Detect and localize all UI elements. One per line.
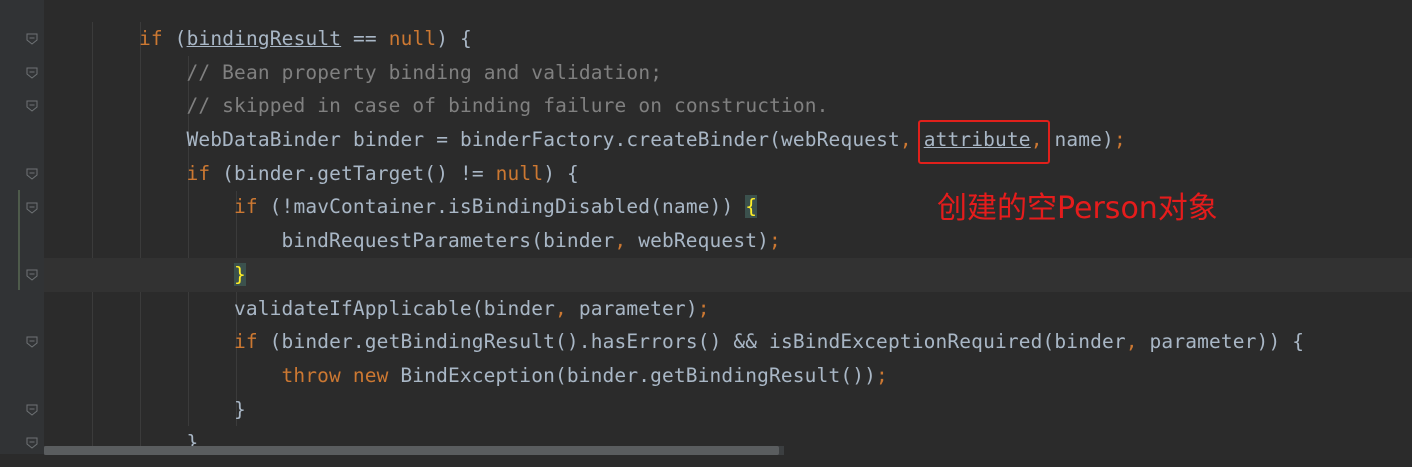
code-line[interactable]: } (44, 257, 1412, 292)
code-token: if (234, 195, 258, 219)
code-editor[interactable]: if (bindingResult == null) {// Bean prop… (0, 0, 1412, 467)
code-token: if (186, 161, 211, 185)
fold-toggle-icon[interactable] (26, 202, 38, 214)
annotation-highlight-box (918, 120, 1050, 164)
code-token: { (745, 195, 758, 219)
code-token: } (234, 262, 246, 286)
code-token: ; (697, 296, 710, 320)
code-token: == (341, 27, 389, 50)
code-token: , (555, 296, 579, 320)
fold-toggle-icon[interactable] (26, 437, 38, 450)
code-token: BindException(binder.getBindingResult()) (388, 363, 877, 387)
code-token: WebDataBinder binder = binderFactory.cre… (186, 128, 900, 152)
code-token: throw new (281, 363, 389, 387)
code-token: parameter)) { (1149, 330, 1305, 354)
code-line[interactable]: // skipped in case of binding failure on… (44, 89, 1412, 123)
fold-toggle-icon[interactable] (26, 100, 38, 113)
code-token: null (495, 161, 544, 185)
fold-toggle-icon[interactable] (26, 404, 38, 416)
code-line[interactable]: WebDataBinder binder = binderFactory.cre… (44, 123, 1412, 157)
code-token: (binder.getBindingResult().hasErrors() &… (257, 330, 1126, 354)
vcs-change-marker (18, 190, 20, 290)
code-line[interactable]: bindRequestParameters(binder, webRequest… (44, 224, 1412, 258)
code-token: (binder.getTarget() != (210, 161, 496, 185)
horizontal-scroll-area (0, 454, 1412, 467)
code-line[interactable]: if (binder.getBindingResult().hasErrors(… (44, 325, 1412, 359)
code-token: webRequest) (638, 229, 769, 253)
horizontal-scrollbar[interactable] (44, 446, 784, 455)
code-token: if (139, 27, 163, 50)
code-token: // skipped in case of binding failure on… (186, 94, 829, 118)
code-token: ; (876, 363, 888, 387)
code-token: } (234, 397, 246, 421)
fold-toggle-icon[interactable] (26, 336, 38, 348)
code-token: name) (1054, 128, 1114, 152)
code-token: , (1125, 330, 1150, 354)
fold-toggle-icon[interactable] (26, 33, 38, 45)
code-token: ; (769, 229, 781, 253)
code-token: if (234, 330, 258, 354)
code-token: ( (162, 27, 187, 50)
annotation-label: 创建的空Person对象 (937, 191, 1218, 226)
code-area[interactable]: if (bindingResult == null) {// Bean prop… (44, 22, 1412, 460)
code-token: ) { (436, 27, 472, 50)
code-token: , (614, 229, 639, 253)
code-line[interactable]: validateIfApplicable(binder, parameter); (44, 292, 1412, 326)
code-line[interactable]: if (bindingResult == null) { (44, 22, 1412, 56)
code-token: ) { (543, 161, 579, 185)
code-token: // Bean property binding and validation; (186, 60, 663, 84)
fold-toggle-icon[interactable] (26, 269, 38, 281)
code-line[interactable]: // Bean property binding and validation; (44, 56, 1412, 90)
code-line[interactable]: throw new BindException(binder.getBindin… (44, 359, 1412, 393)
fold-toggle-icon[interactable] (26, 168, 38, 180)
horizontal-scrollbar-thumb[interactable] (44, 446, 779, 455)
code-line[interactable]: } (44, 393, 1412, 427)
code-token: (!mavContainer.isBindingDisabled(name)) (257, 195, 746, 219)
code-token: parameter) (578, 296, 698, 320)
code-token: bindingResult (186, 27, 342, 50)
code-token: bindRequestParameters(binder (281, 229, 615, 253)
code-token: validateIfApplicable(binder (234, 296, 556, 320)
code-token: ; (1113, 128, 1126, 152)
code-token: null (388, 27, 437, 50)
fold-toggle-icon[interactable] (26, 67, 38, 79)
